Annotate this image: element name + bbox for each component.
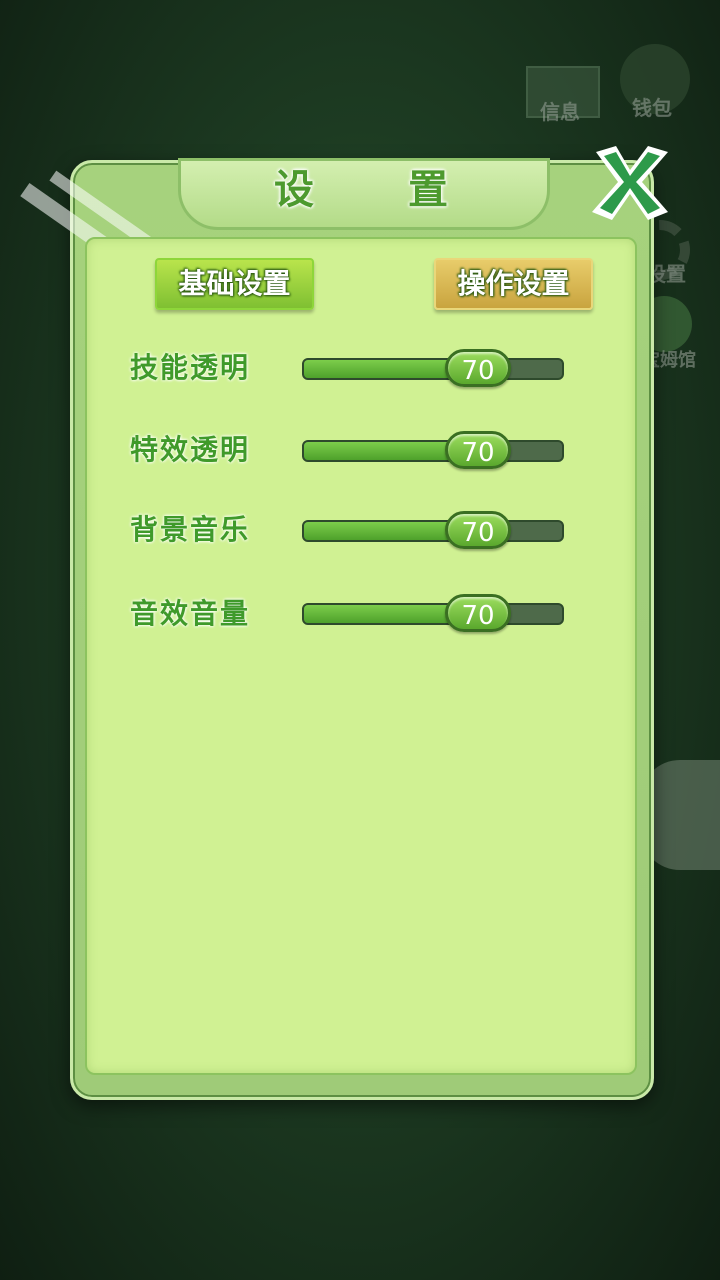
- bag-label: 钱包: [632, 96, 672, 120]
- sfx-volume-slider[interactable]: [302, 603, 564, 625]
- tab-basic-settings[interactable]: 基础设置: [155, 258, 314, 310]
- dialog-title: 设 置: [274, 167, 488, 213]
- sfx-volume-label: 音效音量: [130, 597, 251, 630]
- bgm-knob[interactable]: 70: [445, 511, 511, 549]
- skill-opacity-knob[interactable]: 70: [445, 349, 511, 387]
- close-button[interactable]: [586, 140, 674, 224]
- tab-operation-settings[interactable]: 操作设置: [434, 258, 593, 310]
- mail-label: 信息: [540, 100, 580, 124]
- skill-opacity-slider[interactable]: [302, 358, 564, 380]
- bgm-slider[interactable]: [302, 520, 564, 542]
- effect-opacity-slider[interactable]: [302, 440, 564, 462]
- close-icon: [592, 146, 668, 220]
- bgm-label: 背景音乐: [130, 513, 251, 546]
- skill-opacity-label: 技能透明: [130, 351, 251, 384]
- effect-opacity-label: 特效透明: [130, 433, 251, 466]
- sfx-volume-knob[interactable]: 70: [445, 594, 511, 632]
- effect-opacity-knob[interactable]: 70: [445, 431, 511, 469]
